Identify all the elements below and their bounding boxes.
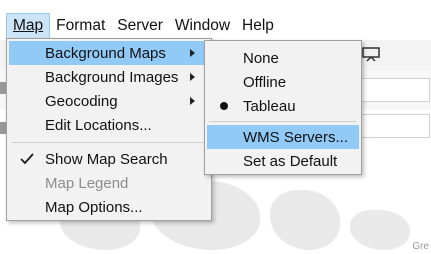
menu-item-label: Offline [243,73,287,91]
menu-item-wms-servers[interactable]: WMS Servers... [207,125,359,149]
submenu-arrow-icon [190,49,195,57]
menu-item-label: Background Images [45,68,179,86]
menu-item-none[interactable]: None [207,46,359,70]
map-menu: Background Maps Background Images Geocod… [6,38,212,221]
menu-format[interactable]: Format [50,13,111,39]
menu-label: Window [174,17,231,34]
menu-item-label: Background Maps [45,44,166,62]
menu-item-tableau[interactable]: Tableau [207,94,359,118]
menu-item-background-maps[interactable]: Background Maps [9,41,209,65]
menu-label: Help [242,17,274,34]
menu-separator [209,121,357,122]
menu-item-map-options[interactable]: Map Options... [9,195,209,219]
menu-server[interactable]: Server [111,13,169,39]
menu-window[interactable]: Window [169,13,236,39]
menu-bar: Map Format Server Window Help [0,12,431,40]
menu-item-label: Geocoding [45,92,118,110]
map-attribution: Gre [412,241,429,252]
menu-item-background-images[interactable]: Background Images [9,65,209,89]
menu-label: Server [117,17,163,34]
menu-item-offline[interactable]: Offline [207,70,359,94]
menu-item-label: Show Map Search [45,150,168,168]
menu-label: Format [56,17,106,34]
menu-item-map-legend: Map Legend [9,171,209,195]
background-maps-submenu: None Offline Tableau WMS Servers... Set … [204,40,362,175]
menu-item-edit-locations[interactable]: Edit Locations... [9,113,209,137]
menu-item-label: WMS Servers... [243,128,349,146]
menu-help[interactable]: Help [236,13,280,39]
checkmark-icon [20,153,34,165]
menu-label: Map [13,17,44,34]
presentation-icon[interactable] [362,46,380,62]
menu-item-label: Map Legend [45,174,129,192]
menu-item-label: Map Options... [45,198,143,216]
menu-item-label: None [243,49,279,67]
menu-separator [11,142,207,143]
radio-selected-icon [220,102,228,110]
submenu-arrow-icon [190,97,195,105]
menu-item-label: Edit Locations... [45,116,152,134]
menu-item-geocoding[interactable]: Geocoding [9,89,209,113]
menu-item-show-map-search[interactable]: Show Map Search [9,147,209,171]
submenu-arrow-icon [190,73,195,81]
map-landmass [270,190,340,250]
menu-item-label: Set as Default [243,152,338,170]
menu-item-label: Tableau [243,97,296,115]
map-landmass [350,210,410,250]
menu-map[interactable]: Map [6,13,51,39]
menu-item-set-as-default[interactable]: Set as Default [207,149,359,173]
